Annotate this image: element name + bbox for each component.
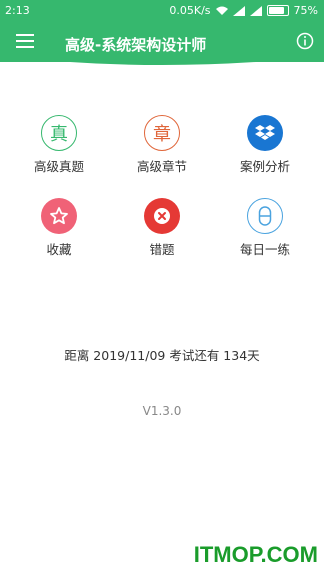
signal-icon-2 [249, 5, 262, 16]
dropbox-icon [247, 115, 283, 151]
grid-item-label: 高级真题 [33, 159, 84, 174]
signal-icon [232, 5, 245, 16]
close-circle-icon [144, 198, 180, 234]
exam-countdown: 距离 2019/11/09 考试还有 134天 [64, 348, 260, 363]
grid-item-daily-practice[interactable]: 每日一练 [220, 198, 310, 258]
grid-item-label: 每日一练 [239, 242, 290, 257]
version-label: V1.3.0 [142, 404, 182, 418]
battery-percent: 75% [293, 4, 318, 17]
star-icon [41, 198, 77, 234]
grid-item-chapters[interactable]: 章 高级章节 [117, 115, 207, 175]
header-curve [0, 52, 324, 65]
grid-item-label: 错题 [149, 242, 175, 257]
grid-item-favorites[interactable]: 收藏 [14, 198, 104, 258]
grid-item-label: 高级章节 [136, 159, 187, 174]
grid-item-exam-questions[interactable]: 真 高级真题 [14, 115, 104, 175]
capsule-icon [247, 198, 283, 234]
zhen-character-icon: 真 [41, 115, 77, 151]
zhang-character-icon: 章 [144, 115, 180, 151]
watermark: ITMOP.COM [193, 542, 318, 567]
menu-icon[interactable] [16, 34, 34, 48]
grid-item-wrong-questions[interactable]: 错题 [117, 198, 207, 258]
grid-item-label: 案例分析 [239, 159, 290, 174]
network-speed: 0.05K/s [169, 4, 211, 17]
battery-icon [266, 5, 289, 16]
wifi-icon [215, 6, 228, 15]
status-bar: 2:13 0.05K/s 75% [0, 0, 324, 22]
grid-item-label: 收藏 [46, 242, 72, 257]
info-icon[interactable] [296, 32, 314, 50]
grid-item-case-analysis[interactable]: 案例分析 [220, 115, 310, 175]
status-time: 2:13 [5, 4, 30, 17]
